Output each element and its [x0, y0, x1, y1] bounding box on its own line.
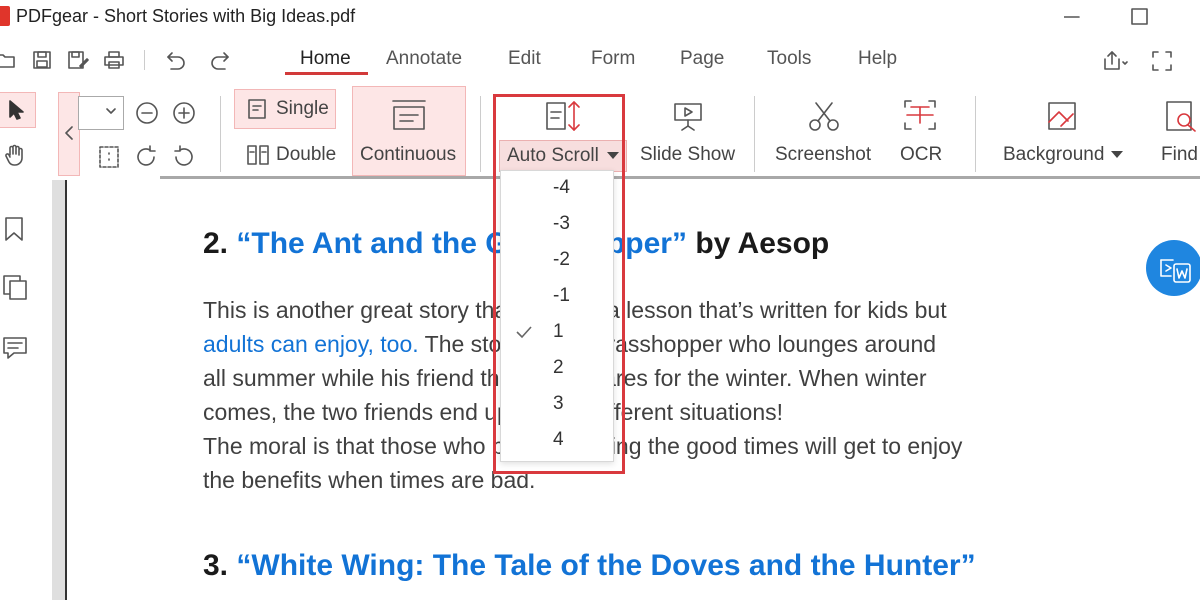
screenshot-label[interactable]: Screenshot	[775, 144, 871, 166]
heading-number: 3.	[203, 549, 229, 582]
chevron-left-icon	[63, 125, 75, 141]
double-page-label[interactable]: Double	[276, 144, 336, 166]
single-page-button[interactable]: Single	[234, 89, 336, 129]
active-tab-indicator	[285, 72, 368, 75]
share-icon[interactable]	[1102, 50, 1130, 72]
background-label[interactable]: Background	[1003, 144, 1104, 166]
sidebar-splitter[interactable]	[52, 180, 67, 600]
pages-thumbnail-icon[interactable]	[2, 274, 28, 300]
rotate-clockwise-icon[interactable]	[134, 145, 158, 169]
undo-icon[interactable]	[165, 50, 187, 70]
title-bar: PDFgear - Short Stories with Big Ideas.p…	[0, 0, 1200, 36]
heading-number: 2.	[203, 227, 229, 260]
tab-tools[interactable]: Tools	[767, 48, 811, 70]
continuous-button[interactable]: Continuous	[352, 86, 466, 176]
tab-form[interactable]: Form	[591, 48, 635, 70]
comments-icon[interactable]	[2, 335, 28, 361]
single-page-label: Single	[276, 98, 329, 119]
slide-show-label[interactable]: Slide Show	[640, 144, 735, 166]
caret-down-icon[interactable]	[1111, 151, 1123, 159]
window-title: PDFgear - Short Stories with Big Ideas.p…	[16, 6, 356, 26]
ocr-label[interactable]: OCR	[900, 144, 942, 166]
rotate-counterclockwise-icon[interactable]	[172, 145, 196, 169]
continuous-label: Continuous	[360, 144, 457, 165]
ocr-icon[interactable]	[903, 99, 937, 131]
tab-edit[interactable]: Edit	[508, 48, 541, 70]
zoom-out-icon[interactable]	[135, 101, 159, 125]
background-icon[interactable]	[1046, 100, 1078, 132]
heading-title: “White Wing: The Tale of the Doves and t…	[236, 549, 976, 582]
ribbon-collapse-button[interactable]	[58, 92, 80, 176]
tab-home[interactable]: Home	[300, 48, 351, 70]
select-tool-button[interactable]	[0, 92, 36, 128]
convert-to-word-button[interactable]	[1146, 240, 1200, 296]
save-as-icon[interactable]	[67, 50, 89, 70]
maximize-icon[interactable]	[1131, 8, 1149, 26]
continuous-scroll-icon	[391, 97, 427, 133]
zoom-input[interactable]	[78, 96, 124, 130]
slide-show-icon[interactable]	[672, 100, 704, 132]
convert-to-word-icon	[1157, 252, 1193, 286]
pdfgear-logo-icon	[0, 6, 10, 26]
tab-page[interactable]: Page	[680, 48, 724, 70]
hand-tool-icon[interactable]	[3, 142, 29, 168]
separator	[144, 50, 145, 70]
chevron-down-icon[interactable]	[105, 107, 117, 117]
left-sidebar	[0, 180, 53, 600]
double-page-icon[interactable]	[246, 144, 270, 166]
separator	[975, 96, 976, 172]
bookmark-icon[interactable]	[4, 216, 24, 242]
separator	[754, 96, 755, 172]
separator	[220, 96, 221, 172]
print-icon[interactable]	[103, 50, 125, 70]
heading-author: by Aesop	[695, 227, 830, 260]
zoom-in-icon[interactable]	[172, 101, 196, 125]
section-heading-3: 3. “White Wing: The Tale of the Doves an…	[203, 549, 976, 583]
tab-help[interactable]: Help	[858, 48, 897, 70]
toolbar-divider	[160, 176, 1200, 179]
tab-annotate[interactable]: Annotate	[386, 48, 462, 70]
annotation-highlight-box	[493, 94, 625, 474]
inline-link[interactable]: adults can enjoy, too.	[203, 331, 419, 357]
redo-icon[interactable]	[209, 50, 231, 70]
open-folder-icon[interactable]	[0, 50, 16, 70]
separator	[480, 96, 481, 172]
scissors-icon[interactable]	[808, 100, 840, 132]
find-icon[interactable]	[1165, 100, 1199, 132]
save-icon[interactable]	[32, 50, 52, 70]
single-page-icon	[247, 98, 267, 120]
cursor-arrow-icon	[7, 99, 27, 121]
minimize-icon[interactable]	[1064, 16, 1080, 20]
paragraph-line: the benefits when times are bad.	[203, 467, 536, 493]
fit-page-icon[interactable]	[98, 145, 120, 169]
find-label[interactable]: Find	[1161, 144, 1198, 166]
fullscreen-icon[interactable]	[1152, 51, 1172, 71]
